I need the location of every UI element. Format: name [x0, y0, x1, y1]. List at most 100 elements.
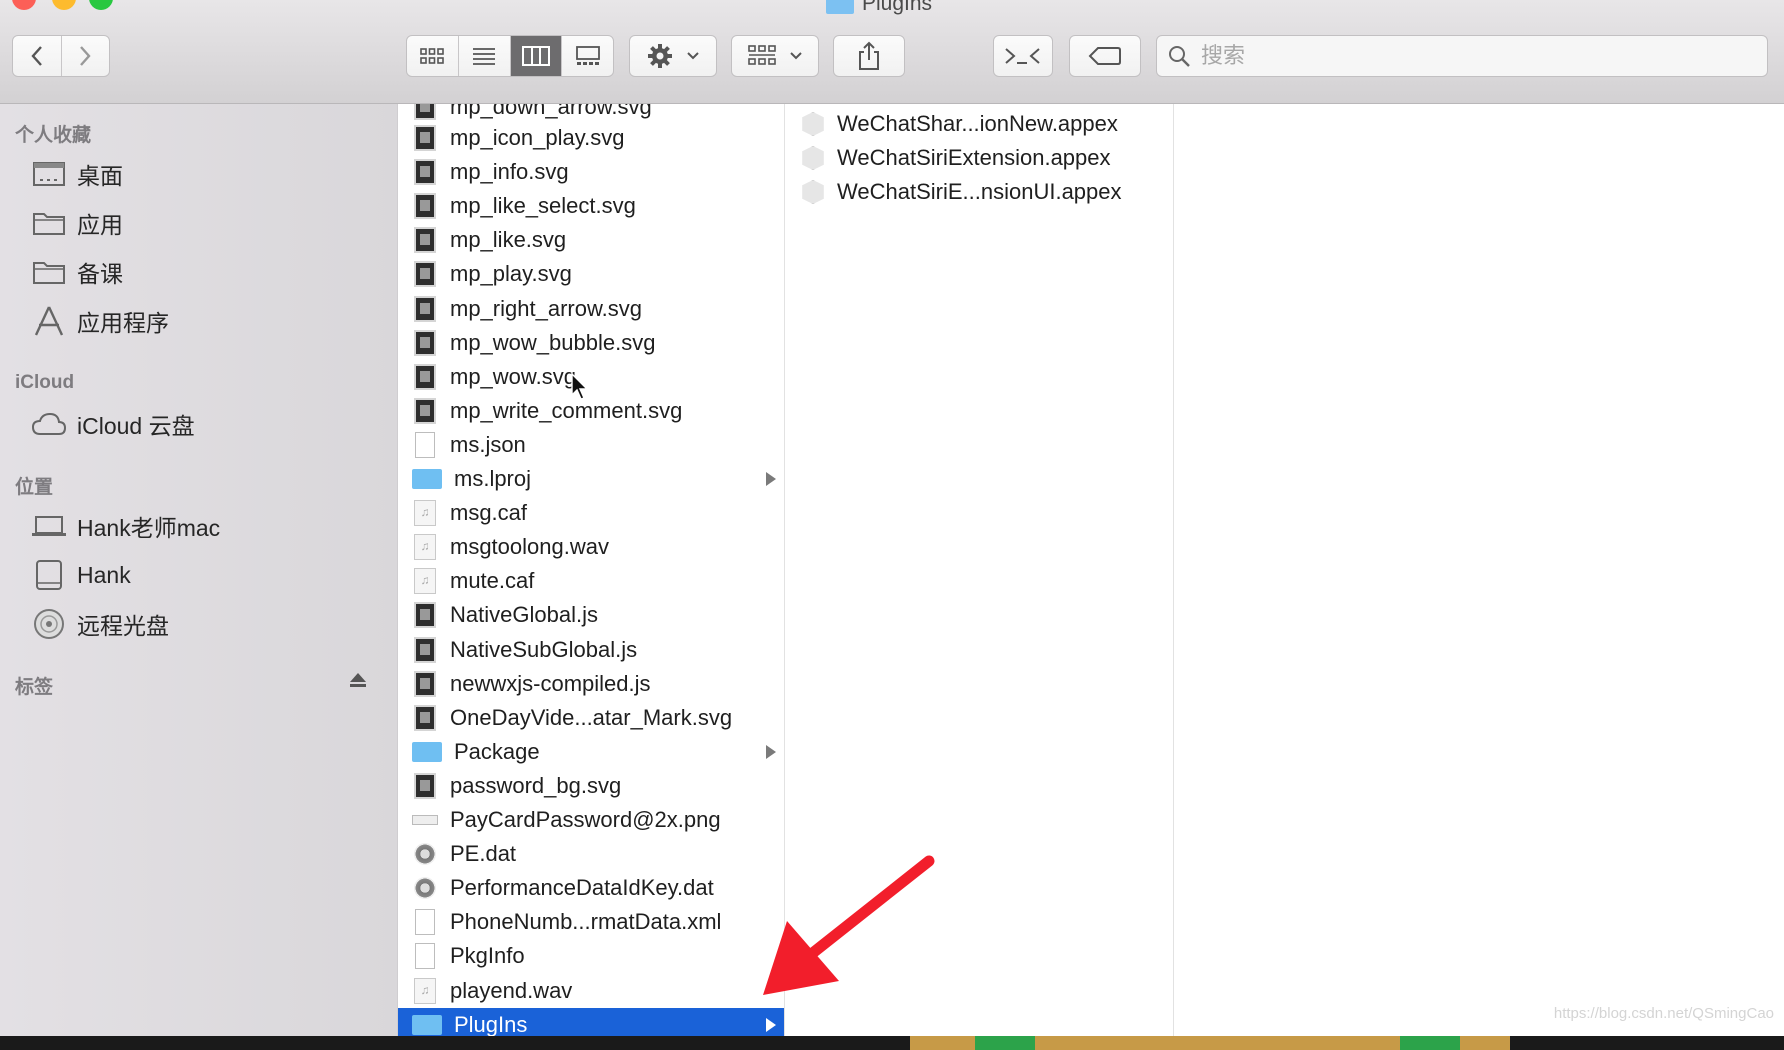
file-row[interactable]: OneDayVide...atar_Mark.svg	[398, 701, 784, 735]
file-row[interactable]: mp_write_comment.svg	[398, 394, 784, 428]
group-icon	[748, 45, 776, 65]
close-window-button[interactable]	[12, 0, 36, 10]
edit-tags-button[interactable]	[1069, 35, 1141, 77]
terminal-icon	[1005, 48, 1040, 64]
file-row[interactable]: mp_info.svg	[398, 155, 784, 189]
svg-file-icon	[414, 295, 436, 322]
eject-icon[interactable]	[348, 670, 368, 690]
file-row[interactable]: mp_like_select.svg	[398, 189, 784, 223]
forward-button[interactable]	[60, 36, 110, 76]
svg-file-icon	[414, 261, 436, 288]
file-name: mp_play.svg	[450, 261, 572, 287]
back-button[interactable]	[13, 36, 61, 76]
sidebar-item-lessons[interactable]: 备课	[31, 252, 123, 292]
svg-file-icon	[414, 636, 436, 663]
minimize-window-button[interactable]	[52, 0, 76, 10]
file-row[interactable]: mp_right_arrow.svg	[398, 292, 784, 326]
file-row[interactable]: PayCardPassword@2x.png	[398, 803, 784, 837]
file-row[interactable]: mp_like.svg	[398, 223, 784, 257]
group-by-button[interactable]	[731, 35, 819, 77]
icon-view-button[interactable]	[407, 36, 458, 76]
file-row[interactable]: WeChatShar...ionNew.appex	[785, 107, 1173, 141]
file-name: mute.caf	[450, 568, 535, 594]
sidebar-item-icloud-drive[interactable]: iCloud 云盘	[31, 404, 195, 444]
sidebar-item-desktop[interactable]: 桌面	[31, 154, 123, 194]
file-row[interactable]: ♫ msg.caf	[398, 496, 784, 530]
locations-header: 位置	[15, 477, 54, 498]
file-row[interactable]: WeChatSiriE...nsionUI.appex	[785, 175, 1173, 209]
file-name: playend.wav	[450, 977, 573, 1003]
svg-file-icon	[414, 104, 436, 120]
tag-icon	[1088, 47, 1121, 65]
terminal-button[interactable]	[993, 35, 1053, 77]
gallery-view-button[interactable]	[561, 36, 613, 76]
file-row[interactable]: PkgInfo	[398, 939, 784, 973]
file-row[interactable]: newwxjs-compiled.js	[398, 667, 784, 701]
file-row[interactable]: mp_play.svg	[398, 257, 784, 291]
file-name: mp_write_comment.svg	[450, 397, 683, 423]
file-name: OneDayVide...atar_Mark.svg	[450, 704, 733, 730]
background-art	[975, 1036, 1035, 1050]
file-row[interactable]: PE.dat	[398, 837, 784, 871]
search-input[interactable]	[1199, 42, 1723, 70]
disclosure-arrow-icon	[766, 1017, 776, 1032]
file-row[interactable]: mp_icon_play.svg	[398, 121, 784, 155]
document-icon	[415, 431, 435, 458]
sidebar-item-hank-disk[interactable]: Hank	[31, 555, 131, 595]
svg-file-icon	[414, 397, 436, 424]
sidebar-item-apps-folder[interactable]: 应用	[31, 203, 123, 243]
file-row[interactable]: PerformanceDataIdKey.dat	[398, 871, 784, 905]
file-name: password_bg.svg	[450, 772, 622, 798]
folder-row[interactable]: Package	[398, 735, 784, 769]
share-button[interactable]	[833, 35, 905, 77]
file-row[interactable]: ♫ msgtoolong.wav	[398, 530, 784, 564]
file-row[interactable]: ♫ mute.caf	[398, 564, 784, 598]
folder-icon	[31, 208, 67, 238]
file-name: mp_icon_play.svg	[450, 125, 625, 150]
zoom-window-button[interactable]	[89, 0, 113, 10]
finder-window: PlugIns 搜索 个人收藏 桌面 应用 备课 应用程序 iCloud iCl…	[0, 0, 1784, 1036]
file-row[interactable]: ♫ playend.wav	[398, 974, 784, 1008]
file-name: PhoneNumb...rmatData.xml	[450, 909, 722, 935]
chevron-down-icon	[687, 52, 699, 60]
file-row[interactable]: ms.json	[398, 428, 784, 462]
file-row[interactable]: mp_wow_bubble.svg	[398, 326, 784, 360]
audio-file-icon: ♫	[414, 977, 436, 1004]
svg-file-icon	[414, 125, 436, 151]
search-field[interactable]	[1156, 35, 1768, 77]
folder-row[interactable]: ms.lproj	[398, 462, 784, 496]
file-column-1[interactable]: mp_down_arrow.svg mp_icon_play.svg mp_inf…	[398, 104, 785, 1036]
file-row[interactable]: WeChatSiriExtension.appex	[785, 141, 1173, 175]
svg-file-icon	[414, 193, 436, 220]
sidebar-item-remote-disc[interactable]: 远程光盘	[31, 604, 169, 644]
column-view-button[interactable]	[509, 36, 562, 76]
list-view-button[interactable]	[457, 36, 510, 76]
file-name: WeChatShar...ionNew.appex	[837, 111, 1118, 136]
gear-icon	[648, 44, 672, 68]
file-column-3	[1174, 104, 1784, 1036]
action-menu-button[interactable]	[629, 35, 717, 77]
svg-file-icon	[414, 772, 436, 799]
window-title: PlugIns	[826, 0, 932, 16]
file-row[interactable]: NativeGlobal.js	[398, 598, 784, 632]
file-row[interactable]: NativeSubGlobal.js	[398, 633, 784, 667]
file-name: PerformanceDataIdKey.dat	[450, 875, 714, 901]
desktop-icon	[31, 159, 67, 189]
sidebar-item-label: 备课	[77, 261, 123, 287]
window-title-text: PlugIns	[862, 0, 933, 15]
file-name: newwxjs-compiled.js	[450, 670, 651, 696]
icon-grid-icon	[420, 48, 445, 64]
mouse-cursor-icon	[571, 373, 589, 400]
file-name: WeChatSiriExtension.appex	[837, 145, 1111, 170]
file-row[interactable]: password_bg.svg	[398, 769, 784, 803]
sidebar-item-label: iCloud 云盘	[77, 413, 195, 439]
folder-icon	[412, 741, 442, 762]
file-row[interactable]: mp_wow.svg	[398, 360, 784, 394]
file-row[interactable]: PhoneNumb...rmatData.xml	[398, 905, 784, 939]
svg-file-icon	[414, 363, 436, 390]
folder-row[interactable]: PlugIns	[398, 1007, 784, 1036]
file-name: NativeGlobal.js	[450, 602, 598, 628]
sidebar-item-applications[interactable]: 应用程序	[31, 301, 169, 341]
file-name: mp_wow_bubble.svg	[450, 329, 656, 355]
sidebar-item-mac[interactable]: Hank老师mac	[31, 506, 220, 546]
